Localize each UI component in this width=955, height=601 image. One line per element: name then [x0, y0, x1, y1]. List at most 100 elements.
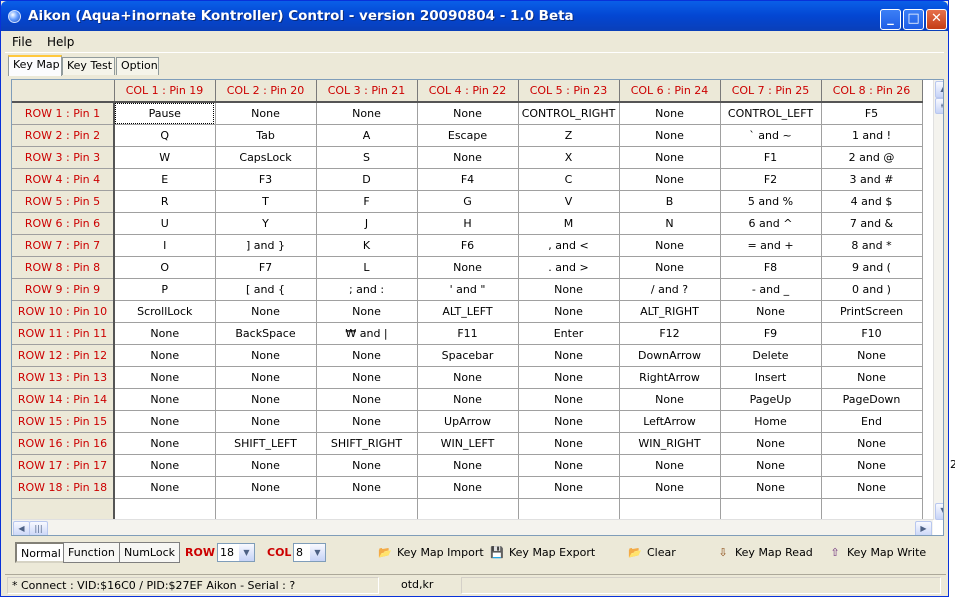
key-cell[interactable]: J [316, 212, 418, 235]
key-cell[interactable]: None [114, 322, 216, 345]
key-cell[interactable]: [ and { [215, 278, 317, 301]
key-cell[interactable]: RightArrow [619, 366, 721, 389]
key-cell[interactable]: None [619, 168, 721, 191]
key-cell[interactable]: 1 and ! [821, 124, 923, 147]
key-cell[interactable]: E [114, 168, 216, 191]
key-cell[interactable]: H [417, 212, 519, 235]
close-button[interactable]: ✕ [926, 9, 947, 30]
key-cell[interactable]: DownArrow [619, 344, 721, 367]
key-cell[interactable]: F8 [720, 256, 822, 279]
horizontal-scrollbar[interactable]: ◀ ||| ▶ [12, 519, 933, 535]
key-cell[interactable]: PageDown [821, 388, 923, 411]
key-cell[interactable]: None [821, 454, 923, 477]
key-cell[interactable]: P [114, 278, 216, 301]
key-cell[interactable]: U [114, 212, 216, 235]
key-cell[interactable]: ' and " [417, 278, 519, 301]
key-cell[interactable]: None [821, 432, 923, 455]
key-cell[interactable]: None [316, 476, 418, 499]
key-cell[interactable]: None [316, 454, 418, 477]
column-header[interactable]: COL 5 : Pin 23 [518, 80, 620, 103]
key-cell[interactable]: I [114, 234, 216, 257]
column-header[interactable]: COL 6 : Pin 24 [619, 80, 721, 103]
key-cell[interactable] [518, 498, 620, 521]
key-cell[interactable]: O [114, 256, 216, 279]
row-header[interactable]: ROW 8 : Pin 8 [12, 256, 115, 279]
key-cell[interactable]: Z [518, 124, 620, 147]
row-header[interactable]: ROW 2 : Pin 2 [12, 124, 115, 147]
key-cell[interactable]: X [518, 146, 620, 169]
key-cell[interactable]: ` and ~ [720, 124, 822, 147]
key-cell[interactable]: None [417, 146, 519, 169]
key-cell[interactable]: 8 and * [821, 234, 923, 257]
key-cell[interactable]: 3 and # [821, 168, 923, 191]
key-cell[interactable]: None [619, 454, 721, 477]
key-cell[interactable] [619, 498, 721, 521]
key-cell[interactable]: None [114, 432, 216, 455]
key-cell[interactable]: Tab [215, 124, 317, 147]
key-cell[interactable]: LeftArrow [619, 410, 721, 433]
key-cell[interactable]: F3 [215, 168, 317, 191]
maximize-button[interactable]: □ [903, 9, 924, 30]
key-cell[interactable]: None [619, 388, 721, 411]
key-cell[interactable]: - and _ [720, 278, 822, 301]
key-cell[interactable]: None [417, 102, 519, 125]
key-cell[interactable]: None [518, 388, 620, 411]
column-header[interactable]: COL 1 : Pin 19 [114, 80, 216, 103]
key-cell[interactable]: None [518, 300, 620, 323]
key-cell[interactable]: 6 and ^ [720, 212, 822, 235]
key-cell[interactable]: Delete [720, 344, 822, 367]
key-cell[interactable]: S [316, 146, 418, 169]
key-cell[interactable]: None [518, 454, 620, 477]
row-header[interactable]: ROW 9 : Pin 9 [12, 278, 115, 301]
key-cell[interactable]: None [720, 476, 822, 499]
key-cell[interactable]: PrintScreen [821, 300, 923, 323]
key-cell[interactable]: WIN_RIGHT [619, 432, 721, 455]
key-cell[interactable]: / and ? [619, 278, 721, 301]
key-cell[interactable]: G [417, 190, 519, 213]
key-cell[interactable]: None [114, 388, 216, 411]
key-cell[interactable]: V [518, 190, 620, 213]
key-cell[interactable]: Spacebar [417, 344, 519, 367]
key-cell[interactable]: None [417, 256, 519, 279]
key-cell[interactable]: F11 [417, 322, 519, 345]
key-cell[interactable]: None [316, 410, 418, 433]
key-cell[interactable]: SHIFT_RIGHT [316, 432, 418, 455]
scroll-thumb[interactable]: ≡ [935, 98, 943, 114]
key-cell[interactable]: None [114, 366, 216, 389]
key-cell[interactable] [417, 498, 519, 521]
minimize-button[interactable]: _ [880, 9, 901, 30]
key-cell[interactable]: , and < [518, 234, 620, 257]
key-cell[interactable]: None [518, 410, 620, 433]
key-cell[interactable]: End [821, 410, 923, 433]
key-cell[interactable]: F [316, 190, 418, 213]
key-cell[interactable]: None [518, 432, 620, 455]
row-header[interactable]: ROW 7 : Pin 7 [12, 234, 115, 257]
key-cell[interactable]: None [316, 300, 418, 323]
row-header[interactable]: ROW 10 : Pin 10 [12, 300, 115, 323]
key-cell[interactable]: None [720, 454, 822, 477]
row-header[interactable]: ROW 1 : Pin 1 [12, 102, 115, 125]
key-cell[interactable]: M [518, 212, 620, 235]
clear-button[interactable]: 📂 Clear [627, 546, 676, 559]
chevron-down-icon[interactable]: ▼ [239, 544, 254, 561]
key-cell[interactable]: None [619, 102, 721, 125]
key-cell[interactable]: F1 [720, 146, 822, 169]
key-cell[interactable]: Insert [720, 366, 822, 389]
key-cell[interactable] [114, 498, 216, 521]
key-cell[interactable]: ALT_LEFT [417, 300, 519, 323]
key-cell[interactable]: ScrollLock [114, 300, 216, 323]
key-cell[interactable]: None [518, 366, 620, 389]
row-header[interactable]: ROW 17 : Pin 17 [12, 454, 115, 477]
key-cell[interactable]: F4 [417, 168, 519, 191]
key-cell[interactable]: Escape [417, 124, 519, 147]
key-cell[interactable]: W [114, 146, 216, 169]
key-cell[interactable]: ; and : [316, 278, 418, 301]
key-cell[interactable]: ₩ and | [316, 322, 418, 345]
key-cell[interactable] [215, 498, 317, 521]
key-cell[interactable]: None [215, 344, 317, 367]
key-cell[interactable]: 0 and ) [821, 278, 923, 301]
key-cell[interactable]: ALT_RIGHT [619, 300, 721, 323]
row-header[interactable]: ROW 5 : Pin 5 [12, 190, 115, 213]
column-header[interactable]: COL 2 : Pin 20 [215, 80, 317, 103]
key-cell[interactable]: None [215, 300, 317, 323]
